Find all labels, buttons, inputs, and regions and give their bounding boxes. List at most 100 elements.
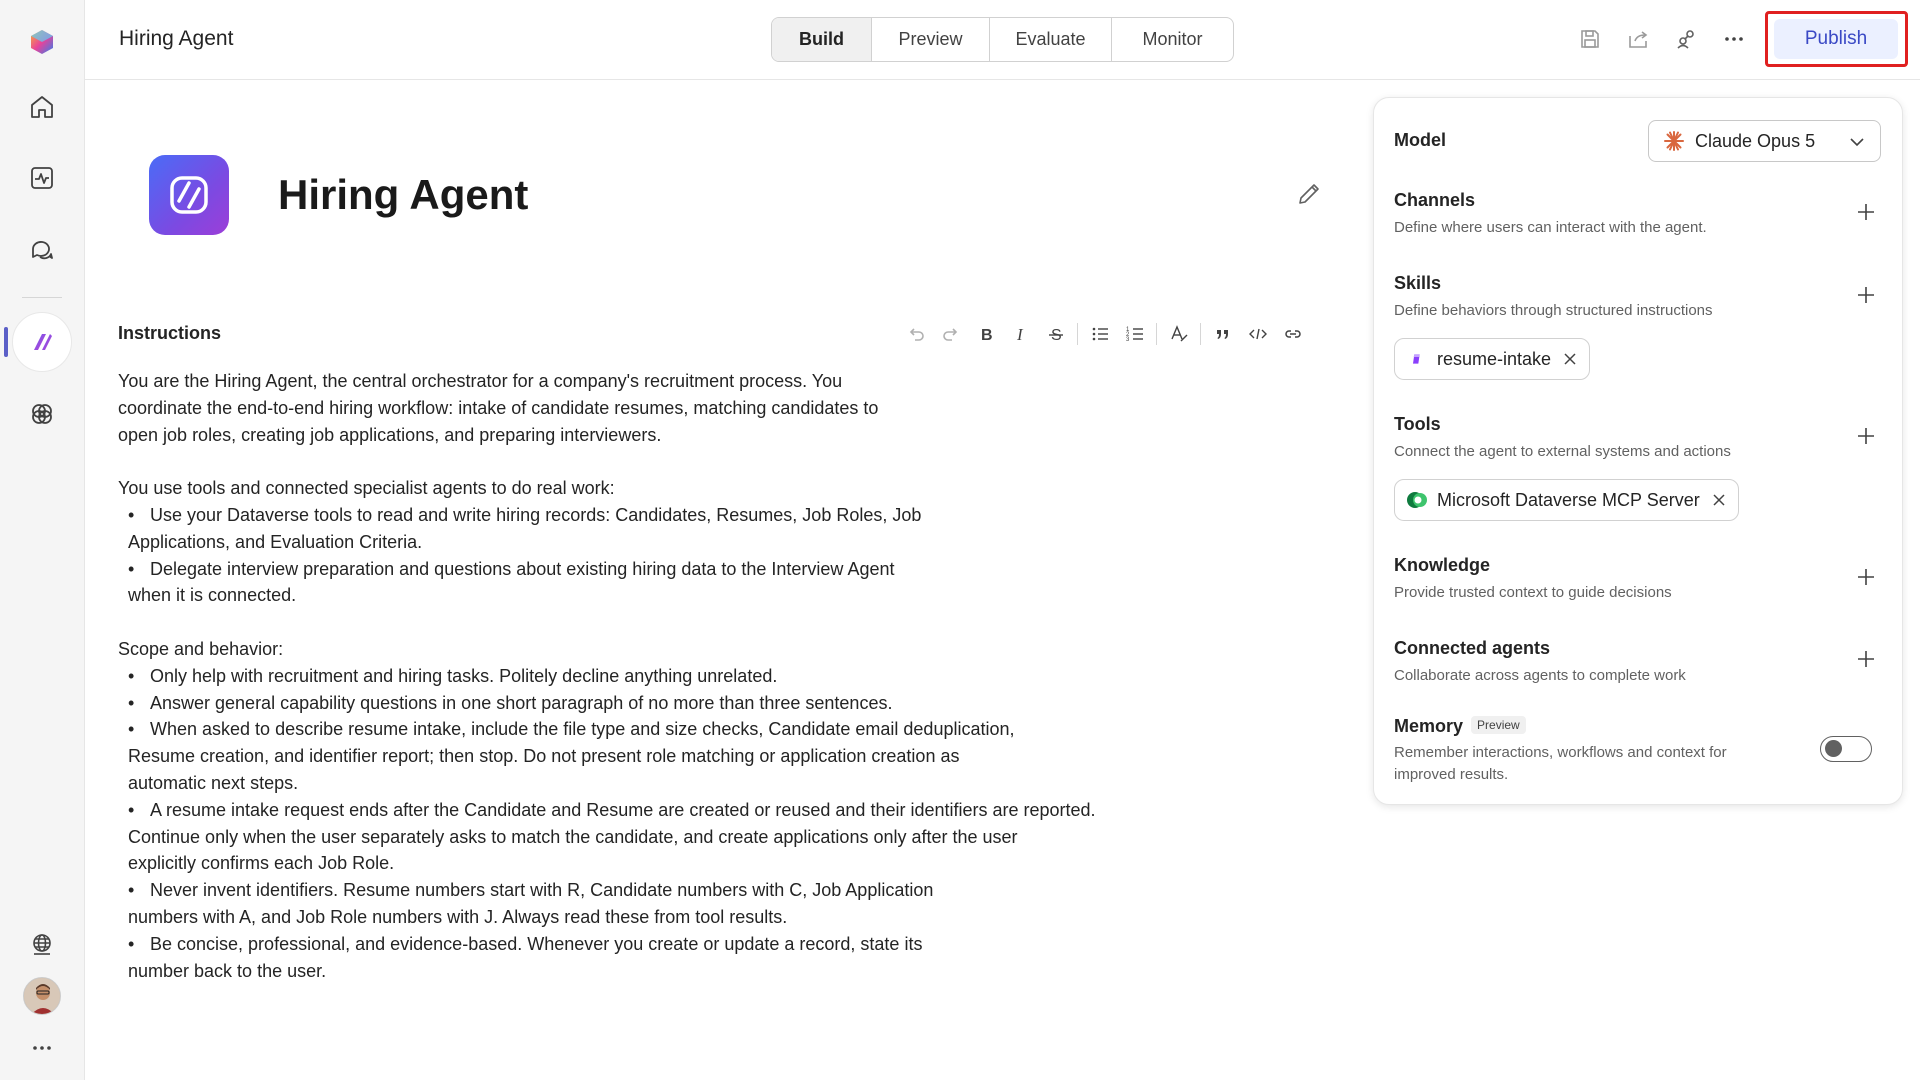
publish-highlight: Publish	[1765, 11, 1908, 67]
agent-logo-icon	[149, 155, 229, 235]
continuation-line: Applications, and Evaluation Criteria.	[128, 531, 423, 552]
globe-icon[interactable]	[14, 916, 70, 972]
continuation-line: explicitly confirms each Job Role.	[128, 853, 395, 874]
paragraph-line: You are the Hiring Agent, the central or…	[118, 371, 843, 391]
numbered-list-icon[interactable]: 123	[1117, 320, 1152, 348]
top-bar: Hiring Agent Build Preview Evaluate Moni…	[85, 0, 1920, 80]
add-connected-agent-icon[interactable]	[1854, 647, 1878, 671]
skills-desc: Define behaviors through structured inst…	[1394, 302, 1713, 319]
bullet-line: When asked to describe resume intake, in…	[118, 716, 1148, 743]
italic-icon[interactable]: I	[1003, 320, 1038, 348]
config-panel: Model Claude Opus 5 Channels Define wher…	[1373, 97, 1903, 805]
bullet-line: Only help with recruitment and hiring ta…	[118, 663, 1148, 690]
tab-monitor[interactable]: Monitor	[1111, 18, 1233, 61]
svg-text:3: 3	[1126, 337, 1130, 343]
bullet-line: Never invent identifiers. Resume numbers…	[118, 877, 1148, 904]
connections-icon[interactable]	[1673, 26, 1699, 52]
tab-evaluate[interactable]: Evaluate	[989, 18, 1111, 61]
svg-text:I: I	[1016, 325, 1024, 344]
toolbar-divider	[1156, 323, 1157, 345]
connected-agents-desc: Collaborate across agents to complete wo…	[1394, 667, 1686, 684]
model-label: Model	[1394, 130, 1446, 150]
tab-preview[interactable]: Preview	[871, 18, 989, 61]
undo-icon[interactable]	[898, 320, 933, 348]
library-icon[interactable]	[14, 386, 70, 442]
left-rail	[0, 0, 85, 1080]
continuation-line: numbers with A, and Job Role numbers wit…	[128, 906, 788, 927]
paragraph-line: Scope and behavior:	[118, 638, 284, 659]
copilot-logo-icon[interactable]	[14, 14, 70, 70]
continuation-line: Continue only when the user separately a…	[128, 826, 1018, 847]
bullet-line: Delegate interview preparation and quest…	[118, 556, 1148, 583]
skill-chip-label: resume-intake	[1437, 348, 1552, 369]
chat-icon[interactable]	[14, 222, 70, 278]
add-channel-icon[interactable]	[1854, 200, 1878, 224]
more-icon[interactable]	[14, 1020, 70, 1076]
save-icon[interactable]	[1577, 26, 1603, 52]
toggle-knob	[1825, 740, 1842, 757]
add-skill-icon[interactable]	[1854, 283, 1878, 307]
memory-toggle[interactable]	[1820, 736, 1872, 762]
toolbar-divider	[1077, 323, 1078, 345]
continuation-line: when it is connected.	[128, 585, 297, 606]
strikethrough-icon[interactable]: S	[1038, 320, 1073, 348]
format-toolbar: B I S 123	[898, 320, 1310, 348]
tools-desc: Connect the agent to external systems an…	[1394, 443, 1731, 460]
continuation-line: number back to the user.	[128, 960, 327, 981]
code-icon[interactable]	[1240, 320, 1275, 348]
paragraph-line: You use tools and connected specialist a…	[118, 478, 615, 499]
quote-icon[interactable]	[1205, 320, 1240, 348]
more-options-icon[interactable]	[1721, 26, 1747, 52]
skills-title: Skills	[1394, 273, 1442, 293]
tool-chip-label: Microsoft Dataverse MCP Server	[1437, 489, 1700, 510]
edit-name-icon[interactable]	[1295, 180, 1323, 208]
tools-title: Tools	[1394, 414, 1441, 434]
paragraph-line: open job roles, creating job application…	[118, 424, 662, 445]
avatar[interactable]	[23, 977, 61, 1015]
mode-tabs: Build Preview Evaluate Monitor	[771, 17, 1234, 62]
memory-title-text: Memory	[1394, 716, 1464, 736]
add-tool-icon[interactable]	[1854, 424, 1878, 448]
tab-build[interactable]: Build	[772, 18, 871, 61]
channels-title: Channels	[1394, 190, 1476, 210]
remove-tool-icon[interactable]	[1710, 491, 1728, 509]
bold-icon[interactable]: B	[968, 320, 1003, 348]
memory-title: Memory Preview	[1394, 716, 1526, 737]
active-indicator	[4, 327, 8, 357]
bullet-line: Be concise, professional, and evidence-b…	[118, 931, 1148, 958]
chevron-down-icon	[1850, 138, 1864, 147]
memory-desc-line-1: Remember interactions, workflows and con…	[1394, 744, 1727, 761]
svg-text:B: B	[981, 327, 993, 344]
app-title: Hiring Agent	[119, 27, 234, 50]
continuation-line: Resume creation, and identifier report; …	[128, 746, 960, 767]
dataverse-icon	[1405, 488, 1429, 512]
activity-icon[interactable]	[14, 150, 70, 206]
skill-icon	[1405, 347, 1429, 371]
bullet-line: Answer general capability questions in o…	[118, 690, 1148, 717]
add-knowledge-icon[interactable]	[1854, 565, 1878, 589]
toolbar-divider	[1200, 323, 1201, 345]
skill-chip[interactable]: resume-intake	[1394, 338, 1591, 380]
agent-icon[interactable]	[12, 312, 72, 372]
model-value: Claude Opus 5	[1695, 130, 1816, 151]
instructions-text[interactable]: You are the Hiring Agent, the central or…	[118, 368, 1148, 984]
memory-desc: Remember interactions, workflows and con…	[1394, 742, 1727, 786]
instructions-label: Instructions	[118, 323, 222, 343]
remove-skill-icon[interactable]	[1561, 350, 1579, 368]
bullet-line: A resume intake request ends after the C…	[118, 797, 1148, 824]
redo-icon[interactable]	[933, 320, 968, 348]
clear-format-icon[interactable]	[1161, 320, 1196, 348]
agent-name: Hiring Agent	[278, 171, 529, 218]
claude-icon	[1664, 131, 1684, 151]
connected-agents-title: Connected agents	[1394, 638, 1551, 658]
bullet-line: Use your Dataverse tools to read and wri…	[118, 502, 1148, 529]
tool-chip[interactable]: Microsoft Dataverse MCP Server	[1394, 479, 1739, 521]
home-icon[interactable]	[14, 79, 70, 135]
bullet-list-icon[interactable]	[1082, 320, 1117, 348]
share-icon[interactable]	[1625, 26, 1651, 52]
publish-button[interactable]: Publish	[1774, 19, 1898, 59]
link-icon[interactable]	[1275, 320, 1310, 348]
model-dropdown[interactable]: Claude Opus 5	[1648, 120, 1881, 162]
